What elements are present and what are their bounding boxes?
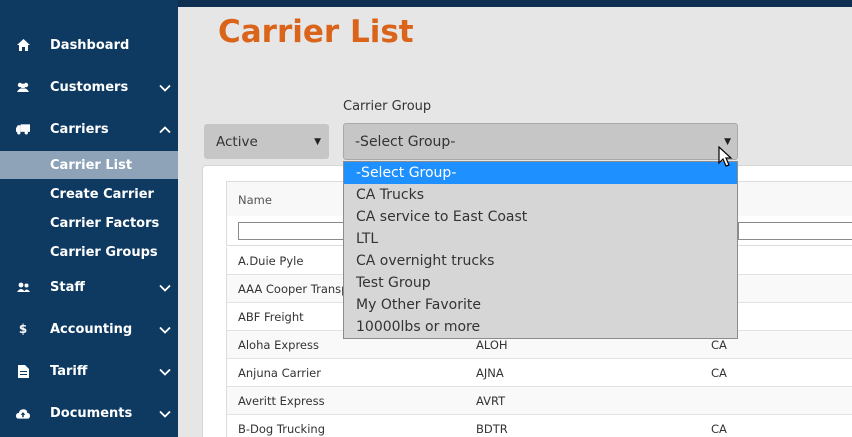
cell-state: CA xyxy=(711,422,727,436)
dollar-icon: $ xyxy=(18,322,28,336)
cell-name: Averitt Express xyxy=(238,394,325,408)
chevron-down-icon[interactable] xyxy=(158,80,172,94)
sidebar-item-label: Dashboard xyxy=(50,37,130,53)
chevron-down-icon[interactable] xyxy=(158,364,172,378)
name-filter-input[interactable] xyxy=(238,222,358,240)
carrier-group-dropdown: -Select Group- CA Trucks CA service to Eas… xyxy=(343,161,738,339)
dropdown-option[interactable]: My Other Favorite xyxy=(344,294,737,316)
table-row[interactable]: B-Dog Trucking BDTR CA xyxy=(226,415,852,437)
cell-name: B-Dog Trucking xyxy=(238,422,326,436)
dropdown-option[interactable]: 10000lbs or more xyxy=(344,316,737,338)
chevron-down-icon[interactable] xyxy=(158,406,172,420)
cloud-upload-icon xyxy=(16,406,30,420)
cell-code: AVRT xyxy=(476,394,506,408)
dropdown-option[interactable]: -Select Group- xyxy=(344,162,737,184)
sidebar-item-label: Documents xyxy=(50,405,133,421)
status-select-value: Active xyxy=(216,134,258,150)
carrier-group-label: Carrier Group xyxy=(343,99,432,114)
sidebar: Dashboard Customers Carriers Carrier Lis… xyxy=(0,0,178,437)
cell-state: CA xyxy=(711,338,727,352)
sidebar-subitem-label: Carrier List xyxy=(50,157,133,173)
users-icon xyxy=(16,80,30,94)
column-header-name[interactable]: Name xyxy=(238,193,272,207)
staff-icon xyxy=(16,280,30,294)
sidebar-item-staff[interactable]: Staff xyxy=(0,267,178,307)
dropdown-option[interactable]: Test Group xyxy=(344,272,737,294)
cell-code: ALOH xyxy=(476,338,508,352)
sidebar-item-documents[interactable]: Documents xyxy=(0,393,178,433)
status-select[interactable]: Active ▼ xyxy=(204,124,329,159)
sidebar-subitem-label: Create Carrier xyxy=(50,186,154,202)
table-row[interactable]: Averitt Express AVRT xyxy=(226,387,852,415)
sidebar-subitem-label: Carrier Factors xyxy=(50,215,160,231)
sidebar-item-label: Carriers xyxy=(50,121,109,137)
dropdown-option[interactable]: CA Trucks xyxy=(344,184,737,206)
cell-name: AAA Cooper Transportation xyxy=(238,282,352,296)
page-title: Carrier List xyxy=(218,14,414,50)
cell-name: A.Duie Pyle xyxy=(238,254,304,268)
dropdown-option[interactable]: CA service to East Coast xyxy=(344,206,737,228)
sidebar-subitem-carrier-list[interactable]: Carrier List xyxy=(0,151,178,179)
cell-name: Aloha Express xyxy=(238,338,319,352)
home-icon xyxy=(16,38,30,52)
sidebar-subitem-create-carrier[interactable]: Create Carrier xyxy=(0,180,178,208)
sidebar-item-label: Accounting xyxy=(50,321,133,337)
carrier-group-select[interactable]: -Select Group- ▼ xyxy=(343,123,738,160)
chevron-up-icon[interactable] xyxy=(158,122,172,136)
carrier-group-select-value: -Select Group- xyxy=(355,134,456,150)
sidebar-subitem-label: Carrier Groups xyxy=(50,244,158,260)
sidebar-item-label: Customers xyxy=(50,79,129,95)
sidebar-item-accounting[interactable]: $ Accounting xyxy=(0,309,178,349)
mouse-cursor-icon xyxy=(718,146,733,167)
cell-code: BDTR xyxy=(476,422,508,436)
dropdown-option[interactable]: LTL xyxy=(344,228,737,250)
sidebar-item-customers[interactable]: Customers xyxy=(0,67,178,107)
state-filter-input[interactable] xyxy=(738,222,852,240)
dropdown-option[interactable]: CA overnight trucks xyxy=(344,250,737,272)
caret-down-icon: ▼ xyxy=(314,137,321,147)
chevron-down-icon[interactable] xyxy=(158,322,172,336)
document-icon xyxy=(16,364,30,378)
table-row[interactable]: Anjuna Carrier AJNA CA xyxy=(226,359,852,387)
sidebar-item-tariff[interactable]: Tariff xyxy=(0,351,178,391)
sidebar-subitem-carrier-groups[interactable]: Carrier Groups xyxy=(0,238,178,266)
sidebar-item-label: Staff xyxy=(50,279,85,295)
cell-name: ABF Freight xyxy=(238,310,304,324)
cell-state: CA xyxy=(711,366,727,380)
truck-icon xyxy=(16,122,30,136)
cell-code: AJNA xyxy=(476,366,504,380)
sidebar-subitem-carrier-factors[interactable]: Carrier Factors xyxy=(0,209,178,237)
sidebar-item-dashboard[interactable]: Dashboard xyxy=(0,25,178,65)
chevron-down-icon[interactable] xyxy=(158,280,172,294)
cell-name: Anjuna Carrier xyxy=(238,366,321,380)
sidebar-item-carriers[interactable]: Carriers xyxy=(0,109,178,149)
sidebar-item-label: Tariff xyxy=(50,363,88,379)
